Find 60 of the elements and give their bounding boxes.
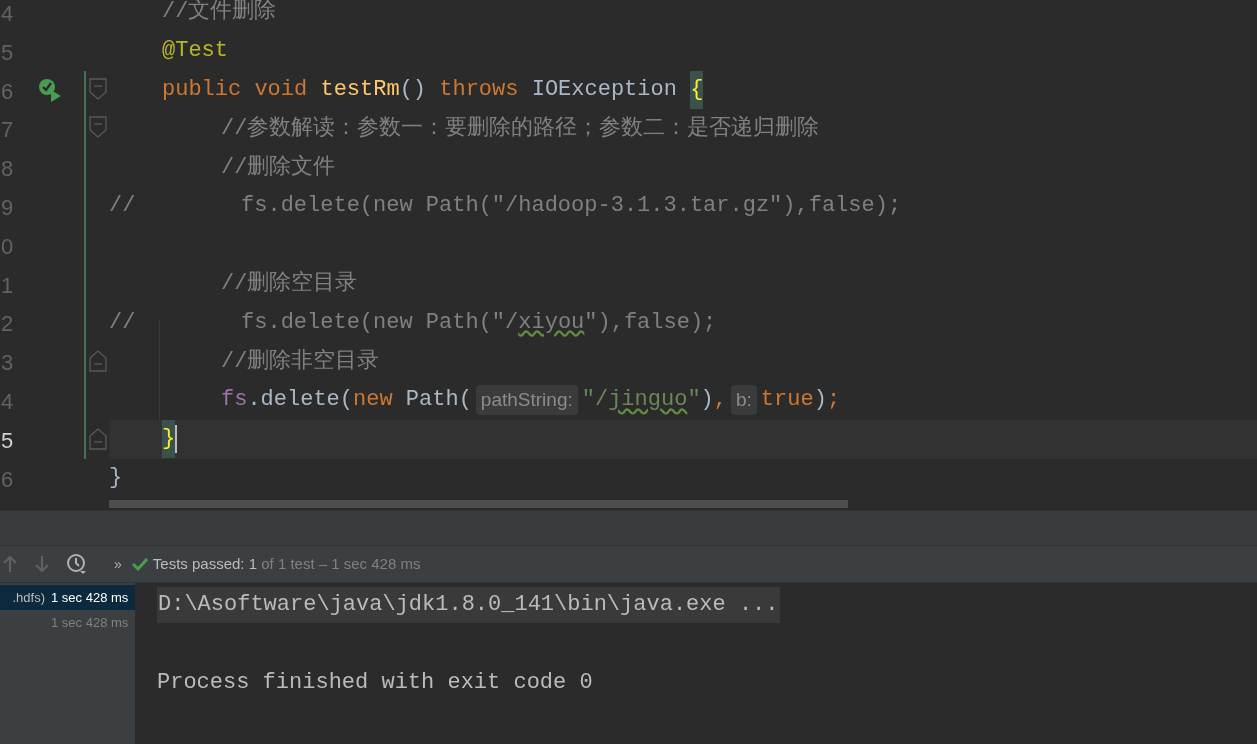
check-icon	[131, 557, 148, 571]
test-passed-run-icon[interactable]	[37, 76, 63, 103]
console-line: Process finished with exit code 0	[157, 669, 593, 697]
code-token: new	[353, 386, 393, 415]
line-number: 4	[1, 387, 14, 416]
code-comment: //删除空目录	[221, 269, 358, 298]
line-number: 6	[1, 465, 14, 494]
fold-icon[interactable]	[89, 116, 107, 139]
code-editor[interactable]	[0, 0, 1257, 510]
fold-icon[interactable]	[89, 77, 107, 100]
code-token: throws	[439, 76, 519, 104]
arrow-up-icon[interactable]	[2, 555, 18, 573]
code-token: jinguo	[608, 386, 688, 415]
code-token: testRm	[320, 76, 400, 104]
line-number: 5	[1, 426, 14, 455]
code-token: fs	[221, 386, 248, 415]
more-button[interactable]: »	[114, 553, 122, 575]
code-token: ,	[713, 386, 727, 415]
line-number: 2	[1, 310, 14, 339]
code-token: .delete(	[247, 386, 354, 415]
line-number: 4	[1, 0, 14, 28]
code-comment: //删除文件	[221, 153, 336, 182]
code-comment: xiyou	[518, 308, 585, 337]
line-number: 1	[1, 271, 14, 300]
code-token: )	[813, 386, 827, 415]
code-comment: //参数解读：参数一：要删除的路径；参数二：是否递归删除	[221, 114, 820, 143]
line-number: 0	[1, 232, 14, 261]
code-token: )	[700, 386, 714, 415]
matched-brace: {	[690, 71, 704, 109]
line-number: 7	[1, 116, 14, 145]
test-tree-row[interactable]: .hdfs) 1 sec 428 ms	[0, 585, 135, 610]
code-token: ;	[826, 386, 841, 415]
code-comment: "),false);	[584, 308, 717, 337]
line-number: 5	[1, 38, 14, 67]
test-status: Tests passed: 1 of 1 test – 1 sec 428 ms	[152, 553, 421, 574]
code-comment: // fs.delete(new Path("/hadoop-3.1.3.tar.gz"),false);	[109, 192, 902, 221]
code-token: }	[109, 463, 123, 492]
code-token: ()	[399, 76, 428, 104]
fold-icon[interactable]	[89, 427, 107, 450]
code-token: IOException	[530, 76, 678, 104]
code-token: public void	[162, 76, 309, 104]
horizontal-scrollbar[interactable]	[109, 500, 848, 508]
code-token: true	[760, 386, 814, 415]
code-token: Path(	[404, 386, 472, 415]
parameter-hint: b:	[731, 385, 757, 416]
code-comment: //删除非空目录	[221, 347, 380, 376]
text-caret	[175, 425, 178, 454]
arrow-down-icon[interactable]	[34, 555, 50, 573]
code-token: "/	[581, 386, 609, 415]
parameter-hint: pathString:	[475, 385, 578, 416]
line-number: 9	[1, 194, 14, 222]
line-number: 8	[1, 155, 14, 184]
fold-icon[interactable]	[89, 350, 107, 373]
code-token: @Test	[162, 37, 228, 66]
code-comment: // fs.delete(new Path("/	[109, 308, 519, 337]
line-number: 6	[1, 77, 14, 106]
matched-brace: }	[162, 420, 176, 459]
code-token: "	[687, 386, 701, 415]
line-number: 3	[1, 349, 14, 378]
clock-icon[interactable]	[66, 553, 88, 575]
